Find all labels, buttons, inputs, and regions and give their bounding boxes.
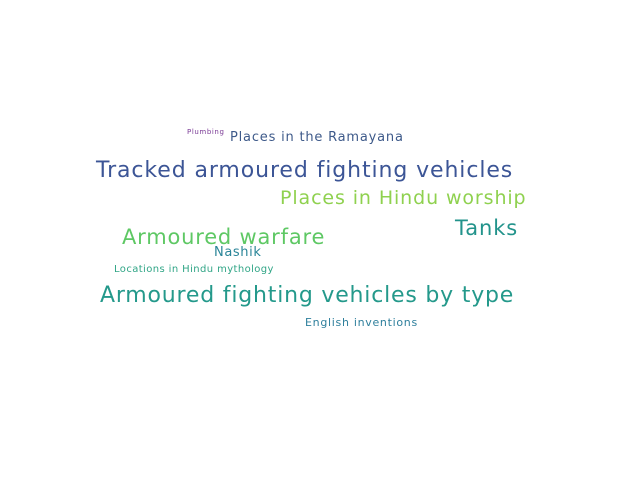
word-nashik: Nashik [214, 245, 262, 260]
word-locations-in-hindu-mythology: Locations in Hindu mythology [114, 264, 274, 275]
word-armoured-fighting-vehicles-by-type: Armoured fighting vehicles by type [100, 283, 515, 308]
word-places-in-the-ramayana: Places in the Ramayana [230, 130, 404, 145]
word-tanks: Tanks [455, 216, 519, 240]
word-places-in-hindu-worship: Places in Hindu worship [280, 187, 527, 209]
word-tracked-armoured-fighting-vehicles: Tracked armoured fighting vehicles [96, 158, 514, 183]
word-cloud: Plumbing Places in the Ramayana Tracked … [0, 0, 640, 480]
word-english-inventions: English inventions [305, 316, 418, 329]
word-plumbing: Plumbing [187, 128, 225, 136]
